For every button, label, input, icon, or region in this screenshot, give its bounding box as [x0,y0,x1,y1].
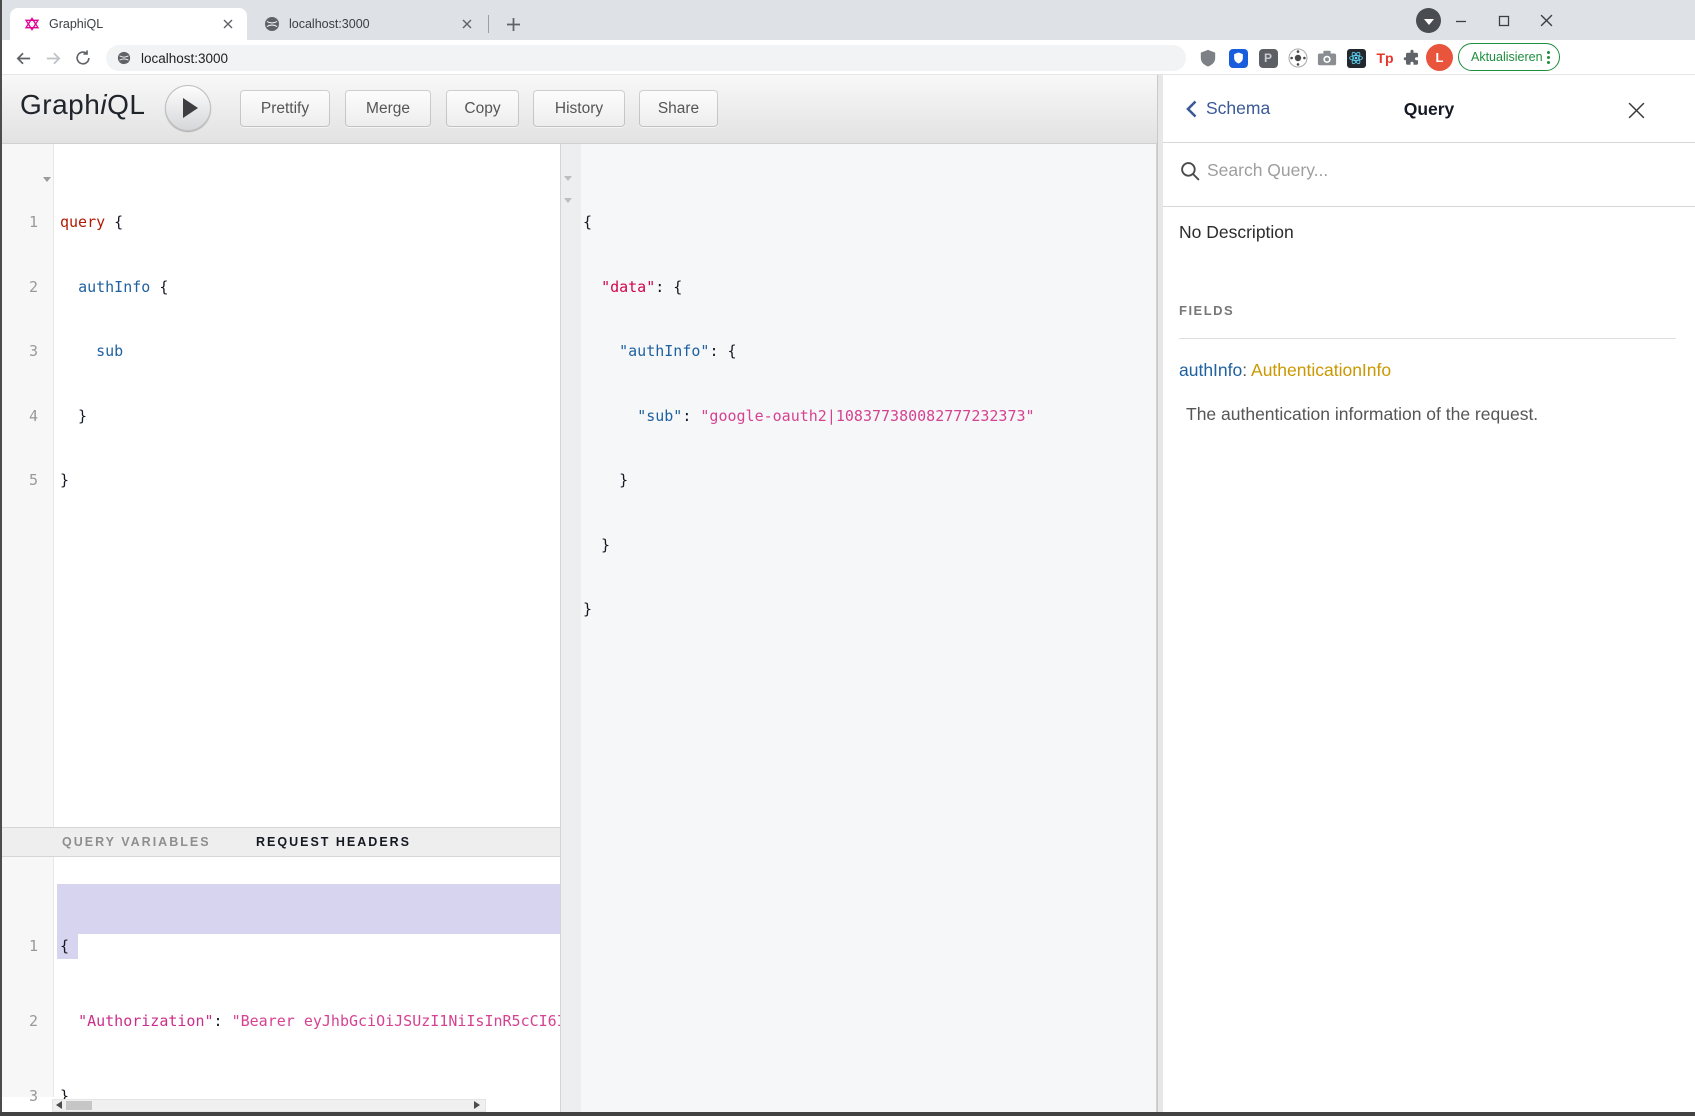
tab-title: GraphiQL [49,17,219,31]
bitwarden-extension-icon[interactable] [1226,46,1250,70]
tab-localhost[interactable]: localhost:3000 [250,8,486,40]
tab-separator [488,15,489,33]
code-line: { [60,934,561,959]
tab-query-variables[interactable]: QUERY VARIABLES [62,835,211,849]
doc-fields-underline [1179,338,1676,339]
code-line: } [583,535,1035,557]
scroll-right-arrow-icon[interactable] [474,1101,480,1109]
scroll-left-arrow-icon[interactable] [56,1101,62,1109]
doc-back-label: Schema [1206,98,1270,119]
code-line: sub [60,341,168,363]
tab-title: localhost:3000 [289,17,458,31]
fold-arrow-icon[interactable] [564,176,572,181]
fold-arrow-icon[interactable] [43,177,51,182]
tab-graphiql[interactable]: GraphiQL [10,8,247,40]
url-bar[interactable]: localhost:3000 [106,45,1186,71]
code-line: } [60,406,168,428]
new-tab-button[interactable] [500,11,526,37]
menu-dots-icon[interactable] [1547,51,1550,64]
browser-update-icon[interactable] [1416,8,1441,33]
graphiql-logo: GraphiQL [20,89,145,121]
plus-icon [507,18,520,31]
tab-close-icon[interactable] [458,15,476,33]
fold-arrow-icon[interactable] [564,198,572,203]
forward-button[interactable] [40,45,66,71]
code-line: { [583,212,1035,234]
headers-line-numbers: 1 2 3 [0,884,38,1116]
shield-extension-icon[interactable] [1196,46,1220,70]
code-line: "authInfo": { [583,341,1035,363]
p-tile-extension-icon[interactable]: P [1256,46,1280,70]
doc-field-name-link[interactable]: authInfo [1179,360,1242,380]
merge-button[interactable]: Merge [345,90,431,127]
doc-fields-header: FIELDS [1179,303,1234,318]
browser-window: GraphiQL localhost:3000 [0,0,1695,1116]
globe-icon [264,16,280,32]
horizontal-scrollbar[interactable] [52,1099,486,1112]
doc-field-type-link[interactable]: AuthenticationInfo [1251,360,1391,380]
query-editor-code[interactable]: query { authInfo { sub } } [60,169,168,535]
share-button[interactable]: Share [639,90,718,127]
tab-strip: GraphiQL localhost:3000 [0,0,1695,40]
tp-extension-icon[interactable]: Tp [1373,46,1397,70]
camera-extension-icon[interactable] [1315,46,1339,70]
doc-field-separator: : [1242,360,1251,380]
tab-request-headers[interactable]: REQUEST HEADERS [256,835,411,849]
copy-button[interactable]: Copy [446,90,519,127]
code-line: } [583,599,1035,621]
globe-icon [117,51,131,65]
search-icon [1180,161,1201,182]
code-line: } [583,470,1035,492]
close-window-button[interactable] [1531,8,1561,33]
headers-editor-code[interactable]: { "Authorization": "Bearer eyJhbGciOiJSU… [60,884,561,1116]
url-text: localhost:3000 [141,51,228,66]
scrollbar-thumb[interactable] [66,1101,92,1110]
code-line: query { [60,212,168,234]
maximize-button[interactable] [1489,8,1519,33]
prettify-button[interactable]: Prettify [240,90,330,127]
react-extension-icon[interactable] [1344,46,1368,70]
variable-editor-title-bar: QUERY VARIABLES REQUEST HEADERS [0,827,561,857]
history-button[interactable]: History [533,90,625,127]
execute-query-button[interactable] [165,85,211,131]
window-left-edge [0,0,2,1116]
close-icon [1627,101,1646,120]
code-line: "data": { [583,277,1035,299]
back-button[interactable] [10,45,36,71]
tab-close-icon[interactable] [219,15,237,33]
query-line-numbers: 1 2 3 4 5 [0,169,38,535]
code-line: "sub": "google-oauth2|108377380082777232… [583,406,1035,428]
code-line: "Authorization": "Bearer eyJhbGciOiJSUzI… [60,1009,561,1034]
code-line: authInfo { [60,277,168,299]
minimize-button[interactable] [1446,8,1476,33]
result-viewer-code: { "data": { "authInfo": { "sub": "google… [583,169,1035,664]
reload-button[interactable] [70,45,96,71]
doc-search-input[interactable] [1207,160,1527,181]
result-fold-gutter [561,144,581,1112]
puzzle-extensions-menu-icon[interactable] [1400,46,1424,70]
graphiql-favicon-icon [24,16,40,32]
window-bottom-edge [0,1112,1695,1116]
chevron-left-icon [1185,100,1198,118]
update-browser-button[interactable]: Aktualisieren [1458,43,1560,71]
doc-no-description: No Description [1179,222,1294,243]
profile-avatar[interactable]: L [1426,44,1453,71]
code-line: } [60,470,168,492]
doc-close-button[interactable] [1625,99,1647,121]
doc-back-link[interactable]: Schema [1185,98,1270,119]
doc-field-row: authInfo: AuthenticationInfo [1179,360,1391,381]
doc-field-description: The authentication information of the re… [1186,404,1538,425]
update-browser-label: Aktualisieren [1471,50,1543,64]
play-icon [183,98,198,118]
crosshair-extension-icon[interactable] [1286,46,1310,70]
